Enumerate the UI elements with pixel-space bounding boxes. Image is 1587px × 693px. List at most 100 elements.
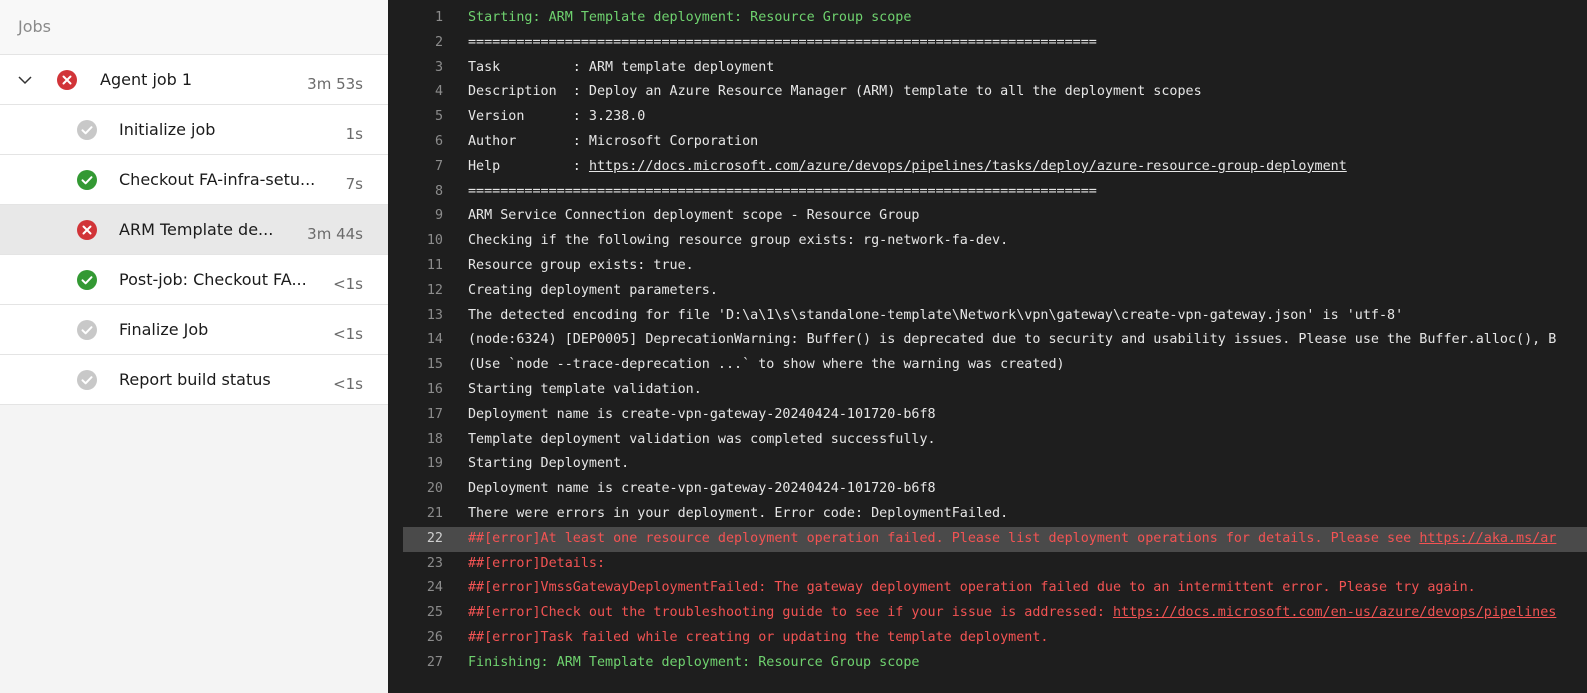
log-line: 18 Template deployment validation was com…: [388, 428, 1587, 453]
skipped-status-icon: [77, 370, 97, 390]
failed-status-icon: [57, 70, 77, 90]
log-line: 22 ##[error]At least one resource deploym…: [403, 526, 1587, 552]
job-step-duration: 1s: [345, 125, 363, 143]
log-line: 27 Finishing: ARM Template deployment: Re…: [388, 651, 1587, 676]
line-number: 13: [426, 307, 443, 323]
line-number: 14: [426, 332, 443, 348]
log-viewer[interactable]: 1 Starting: ARM Template deployment: Reso…: [388, 0, 1587, 693]
log-line-text: Description : Deploy an Azure Resource M…: [468, 80, 1202, 105]
log-line: 7 Help : https://docs.microsoft.com/azure…: [388, 155, 1587, 180]
job-step-label: ARM Template de...: [119, 220, 274, 239]
job-step-row[interactable]: Checkout FA-infra-setu... 7s: [0, 155, 388, 205]
jobs-header: Jobs: [0, 0, 388, 55]
log-line: 2 =======================================…: [388, 31, 1587, 56]
log-line-text: ========================================…: [468, 31, 1097, 56]
log-line: 9 ARM Service Connection deployment scope…: [388, 204, 1587, 229]
job-step-row[interactable]: Report build status <1s: [0, 355, 388, 405]
log-text-segment: There were errors in your deployment. Er…: [468, 505, 1009, 521]
log-line: 6 Author : Microsoft Corporation: [388, 130, 1587, 155]
log-line: 3 Task : ARM template deployment: [388, 56, 1587, 81]
log-line-text: Deployment name is create-vpn-gateway-20…: [468, 403, 936, 428]
log-link[interactable]: https://docs.microsoft.com/azure/devops/…: [589, 159, 1347, 174]
log-line: 1 Starting: ARM Template deployment: Reso…: [388, 6, 1587, 31]
log-line-text: ##[error]VmssGatewayDeploymentFailed: Th…: [468, 576, 1476, 601]
log-text-segment: ##[error]Details:: [468, 555, 606, 571]
job-step-duration: 3m 44s: [307, 225, 363, 243]
job-step-row[interactable]: Finalize Job <1s: [0, 305, 388, 355]
log-line-text: ##[error]Task failed while creating or u…: [468, 626, 1048, 651]
jobs-panel: Jobs Agent job 1 3m 53s Initialize job 1s…: [0, 0, 388, 693]
log-line-text: Version : 3.238.0: [468, 105, 645, 130]
log-text-segment: Finishing: ARM Template deployment: Reso…: [468, 654, 920, 670]
log-line: 11 Resource group exists: true.: [388, 254, 1587, 279]
skipped-status-icon: [77, 120, 97, 140]
job-step-duration: <1s: [333, 325, 363, 343]
log-text-segment: Task : ARM template deployment: [468, 59, 775, 75]
log-line: 12 Creating deployment parameters.: [388, 279, 1587, 304]
line-number: 3: [434, 59, 443, 75]
log-text-segment: Starting: ARM Template deployment: Resou…: [468, 10, 912, 25]
log-line: 16 Starting template validation.: [388, 378, 1587, 403]
line-number: 1: [434, 10, 443, 25]
line-number: 26: [426, 629, 443, 645]
job-step-row[interactable]: Initialize job 1s: [0, 105, 388, 155]
log-line: 8 =======================================…: [388, 180, 1587, 205]
line-number: 18: [426, 431, 443, 447]
job-step-label: Initialize job: [119, 120, 216, 139]
line-number: 16: [426, 381, 443, 397]
job-step-row[interactable]: ARM Template de... 3m 44s: [0, 205, 388, 255]
log-line: 10 Checking if the following resource gro…: [388, 229, 1587, 254]
log-line: 4 Description : Deploy an Azure Resource …: [388, 80, 1587, 105]
log-line-text: ##[error]Details:: [468, 552, 605, 577]
log-text-segment: ##[error]Check out the troubleshooting g…: [468, 605, 1113, 621]
log-line: 25 ##[error]Check out the troubleshooting…: [388, 601, 1587, 626]
line-number: 9: [434, 208, 443, 224]
failed-status-icon: [77, 220, 97, 240]
log-line: 14 (node:6324) [DEP0005] DeprecationWarni…: [388, 328, 1587, 353]
line-number: 23: [426, 555, 443, 571]
log-line: 23 ##[error]Details:: [388, 552, 1587, 577]
log-line: 17 Deployment name is create-vpn-gateway-…: [388, 403, 1587, 428]
line-number: 6: [434, 133, 443, 149]
line-number: 20: [426, 481, 443, 497]
agent-job-row[interactable]: Agent job 1 3m 53s: [0, 55, 388, 105]
job-step-duration: <1s: [333, 375, 363, 393]
log-line-text: Checking if the following resource group…: [468, 229, 1008, 254]
log-text-segment: ========================================…: [468, 34, 1097, 50]
log-line-text: ##[error]Check out the troubleshooting g…: [468, 601, 1556, 626]
log-line-text: Task : ARM template deployment: [468, 56, 774, 81]
log-line: 15 (Use `node --trace-deprecation ...` to…: [388, 353, 1587, 378]
line-number: 19: [426, 456, 443, 472]
log-text-segment: Deployment name is create-vpn-gateway-20…: [468, 481, 936, 497]
job-step-row[interactable]: Post-job: Checkout FA... <1s: [0, 255, 388, 305]
line-number: 5: [434, 109, 443, 125]
line-number: 2: [434, 34, 443, 50]
job-step-duration: <1s: [333, 275, 363, 293]
log-text-segment: Creating deployment parameters.: [468, 282, 718, 298]
line-number: 12: [426, 282, 443, 298]
agent-job-label: Agent job 1: [100, 70, 193, 89]
log-line: 20 Deployment name is create-vpn-gateway-…: [388, 477, 1587, 502]
log-line: 26 ##[error]Task failed while creating or…: [388, 626, 1587, 651]
job-step-duration: 7s: [345, 175, 363, 193]
log-line-text: ========================================…: [468, 180, 1097, 205]
line-number: 17: [426, 406, 443, 422]
line-number: 7: [434, 158, 443, 174]
log-line-text: Finishing: ARM Template deployment: Reso…: [468, 651, 919, 676]
log-link[interactable]: https://docs.microsoft.com/en-us/azure/d…: [1113, 605, 1556, 620]
log-line-text: Creating deployment parameters.: [468, 279, 718, 304]
log-line: 24 ##[error]VmssGatewayDeploymentFailed: …: [388, 576, 1587, 601]
line-number: 21: [426, 505, 443, 521]
log-text-segment: ##[error]VmssGatewayDeploymentFailed: Th…: [468, 580, 1476, 596]
job-steps-list: Initialize job 1s Checkout FA-infra-setu..…: [0, 105, 388, 405]
log-line-text: Author : Microsoft Corporation: [468, 130, 758, 155]
job-step-label: Post-job: Checkout FA...: [119, 270, 307, 289]
chevron-down-icon[interactable]: [17, 72, 33, 88]
line-number: 8: [434, 183, 443, 199]
log-link[interactable]: https://aka.ms/ar: [1419, 531, 1556, 546]
log-text-segment: Version : 3.238.0: [468, 109, 646, 125]
log-line-text: Starting Deployment.: [468, 452, 629, 477]
log-line-text: (node:6324) [DEP0005] DeprecationWarning…: [468, 328, 1556, 353]
agent-job-duration: 3m 53s: [307, 75, 363, 93]
job-step-label: Report build status: [119, 370, 271, 389]
